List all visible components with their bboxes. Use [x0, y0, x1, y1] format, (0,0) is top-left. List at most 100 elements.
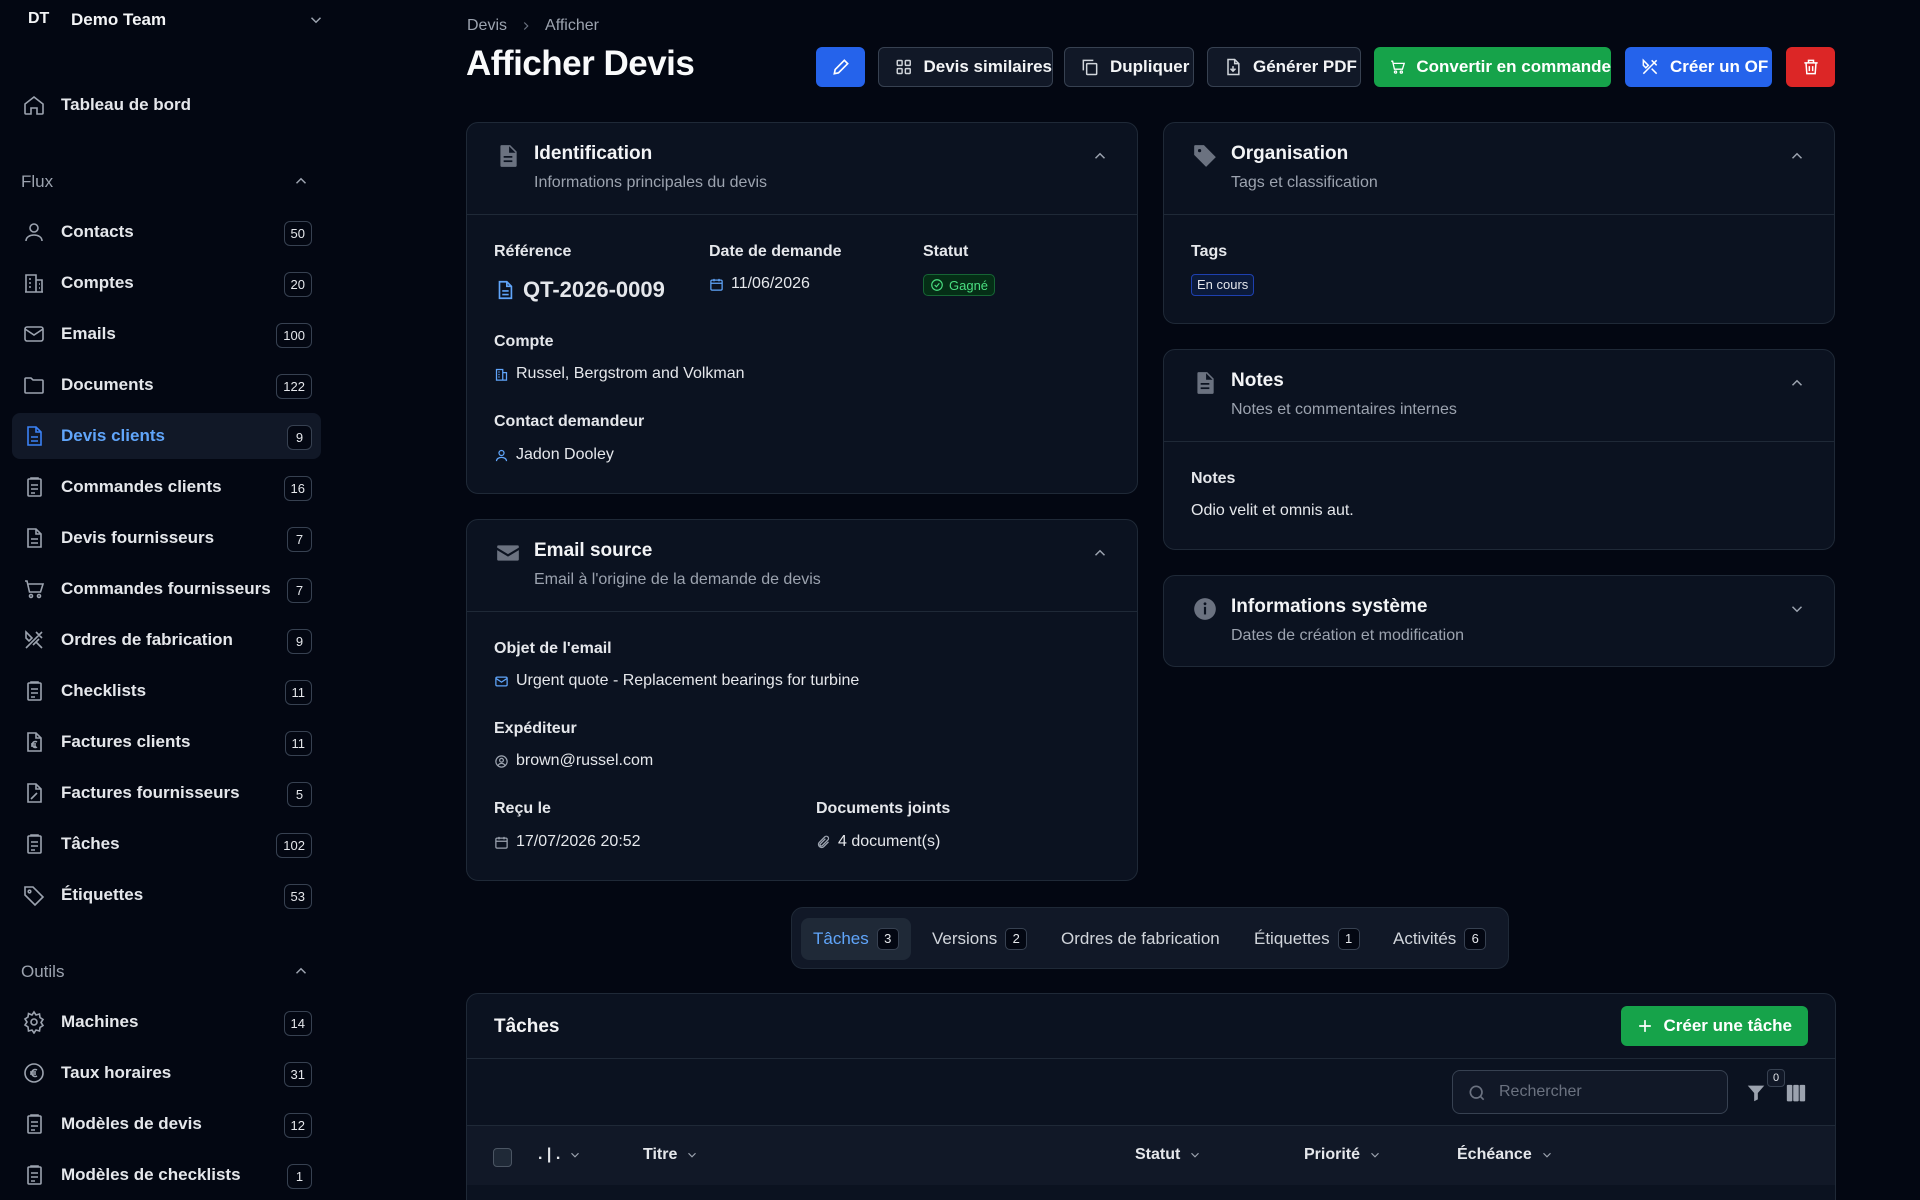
search-input[interactable]: Rechercher [1452, 1070, 1728, 1114]
contact-link[interactable]: Jadon Dooley [494, 446, 614, 464]
chevron-up-icon[interactable] [1788, 374, 1806, 392]
card-title: Informations système [1231, 596, 1428, 617]
chevron-up-icon[interactable] [1091, 544, 1109, 562]
column-header-priorite[interactable]: Priorité [1304, 1146, 1382, 1164]
tag-badge[interactable]: En cours [1191, 274, 1255, 296]
calendar-icon [494, 835, 509, 850]
chevron-up-icon[interactable] [292, 172, 310, 190]
tab-label: Tâches [813, 929, 869, 948]
count-badge: 102 [276, 833, 312, 858]
similar-quotes-label: Devis similaires [923, 57, 1052, 76]
sidebar-section-flux[interactable]: Flux [21, 172, 53, 192]
sidebar-item-commandes-fournisseurs[interactable]: Commandes fournisseurs 7 [12, 566, 321, 612]
sidebar-item-factures-fournisseurs[interactable]: Factures fournisseurs 5 [12, 770, 321, 816]
tag-icon [1192, 143, 1218, 169]
tab-taches[interactable]: Tâches 3 [801, 918, 911, 960]
sidebar-item-taches[interactable]: Tâches 102 [12, 821, 321, 867]
sidebar-item-devis-fournisseurs[interactable]: Devis fournisseurs 7 [12, 515, 321, 561]
document-icon [494, 278, 516, 302]
convert-to-order-button[interactable]: Convertir en commande [1374, 47, 1611, 87]
cart-icon [22, 577, 46, 601]
clipboard-icon [22, 1112, 46, 1136]
tab-activites[interactable]: Activités 6 [1381, 918, 1498, 960]
column-header-echeance[interactable]: Échéance [1457, 1146, 1554, 1164]
tab-count-badge: 2 [1005, 928, 1028, 950]
tab-versions[interactable]: Versions 2 [920, 918, 1039, 960]
sidebar-item-commandes-clients[interactable]: Commandes clients 16 [12, 464, 321, 510]
sidebar-item-comptes[interactable]: Comptes 20 [12, 260, 321, 306]
sidebar-item-ordres-de-fabrication[interactable]: Ordres de fabrication 9 [12, 617, 321, 663]
sidebar-item-label: Tâches [61, 834, 120, 853]
count-badge: 7 [287, 527, 312, 552]
status-label: Statut [923, 243, 969, 260]
sidebar-item-documents[interactable]: Documents 122 [12, 362, 321, 408]
columns-icon[interactable] [1785, 1083, 1807, 1103]
document-icon [495, 143, 521, 169]
tab-ordres-de-fabrication[interactable]: Ordres de fabrication [1049, 918, 1232, 960]
sidebar-section-outils[interactable]: Outils [21, 962, 64, 982]
chevron-up-icon[interactable] [1788, 147, 1806, 165]
clipboard-icon [22, 475, 46, 499]
chevron-right-icon [519, 19, 533, 33]
sidebar-item-etiquettes[interactable]: Étiquettes 53 [12, 872, 321, 918]
folder-icon [22, 373, 46, 397]
column-header-drag[interactable]: . | . [538, 1146, 582, 1164]
euro-document-icon [22, 730, 46, 754]
similar-quotes-button[interactable]: Devis similaires [878, 47, 1053, 87]
team-switcher[interactable]: DT Demo Team [0, 0, 332, 40]
sidebar-item-emails[interactable]: Emails 100 [12, 311, 321, 357]
search-icon [1467, 1083, 1487, 1103]
attachments-value[interactable]: 4 document(s) [816, 833, 940, 851]
create-of-button[interactable]: Créer un OF [1625, 47, 1772, 87]
sidebar-item-label: Ordres de fabrication [61, 630, 233, 649]
email-subject-text: Urgent quote - Replacement bearings for … [516, 672, 860, 689]
delete-button[interactable] [1786, 47, 1835, 87]
chevron-down-icon[interactable] [1788, 600, 1806, 618]
generate-pdf-button[interactable]: Générer PDF [1207, 47, 1361, 87]
count-badge: 31 [283, 1062, 312, 1087]
breadcrumb-parent-link[interactable]: Devis [467, 17, 507, 35]
calendar-icon [709, 277, 724, 292]
count-badge: 20 [283, 272, 312, 297]
count-badge: 16 [283, 476, 312, 501]
column-header-statut[interactable]: Statut [1135, 1146, 1202, 1164]
sidebar-item-contacts[interactable]: Contacts 50 [12, 209, 321, 255]
home-icon [22, 93, 46, 117]
sidebar-item-label: Checklists [61, 681, 147, 700]
create-task-button[interactable]: Créer une tâche [1620, 1006, 1808, 1046]
contact-label: Contact demandeur [494, 413, 645, 430]
edit-button[interactable] [816, 47, 865, 87]
document-icon [1192, 370, 1218, 396]
chevron-down-icon [307, 11, 325, 29]
cart-icon [1389, 57, 1406, 77]
status-badge: Gagné [923, 274, 996, 296]
notes-label: Notes [1191, 470, 1236, 487]
account-link[interactable]: Russel, Bergstrom and Volkman [494, 365, 745, 383]
email-subject-value[interactable]: Urgent quote - Replacement bearings for … [494, 672, 859, 690]
user-circle-icon [494, 754, 509, 769]
tab-etiquettes[interactable]: Étiquettes 1 [1242, 918, 1372, 960]
sidebar-item-modeles-de-checklists[interactable]: Modèles de checklists 1 [12, 1152, 321, 1198]
system-info-card[interactable]: Informations système Dates de création e… [1163, 575, 1835, 667]
sidebar-item-taux-horaires[interactable]: Taux horaires 31 [12, 1050, 321, 1096]
column-header-titre[interactable]: Titre [643, 1146, 699, 1164]
sidebar-item-label: Taux horaires [61, 1063, 172, 1082]
select-all-checkbox[interactable] [493, 1148, 512, 1167]
chevron-down-icon [1540, 1148, 1554, 1162]
sidebar-item-dashboard[interactable]: Tableau de bord [12, 82, 321, 128]
sidebar-item-label: Contacts [61, 222, 134, 241]
duplicate-button[interactable]: Dupliquer [1064, 47, 1194, 87]
sidebar-item-devis-clients[interactable]: Devis clients 9 [12, 413, 321, 459]
sidebar-item-factures-clients[interactable]: Factures clients 11 [12, 719, 321, 765]
sidebar-item-checklists[interactable]: Checklists 11 [12, 668, 321, 714]
sidebar-item-label: Comptes [61, 273, 134, 292]
date-value: 11/06/2026 [709, 275, 810, 293]
chevron-up-icon[interactable] [1091, 147, 1109, 165]
sidebar-item-machines[interactable]: Machines 14 [12, 999, 321, 1045]
count-badge: 9 [287, 629, 312, 654]
convert-to-order-label: Convertir en commande [1416, 57, 1611, 76]
filter-icon[interactable] [1745, 1082, 1767, 1104]
sidebar-item-modeles-de-devis[interactable]: Modèles de devis 12 [12, 1101, 321, 1147]
filter-count-badge: 0 [1767, 1069, 1785, 1087]
chevron-up-icon[interactable] [292, 962, 310, 980]
